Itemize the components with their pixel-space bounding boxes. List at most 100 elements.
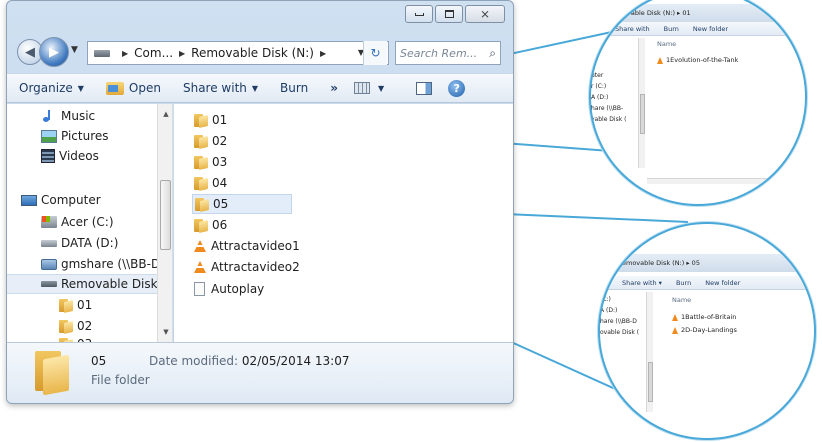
nav-item-gmshare[interactable]: gmshare (\\BB-D <box>41 254 160 274</box>
minimize-icon <box>414 12 424 16</box>
details-item-name: 05 <box>91 354 107 368</box>
nav-item-folder-02[interactable]: 02 <box>59 316 92 336</box>
maximize-button[interactable] <box>435 5 463 23</box>
change-view-button[interactable]: ▼ <box>353 82 385 94</box>
zoom-name-column-header[interactable]: Name <box>657 40 676 48</box>
nav-item-music[interactable]: Music <box>41 106 95 126</box>
folder-icon <box>59 319 73 333</box>
zoom-burn-button[interactable]: Burn <box>676 279 691 287</box>
scrollbar-thumb[interactable] <box>160 180 171 250</box>
zoom-nav-item[interactable]: ovable Disk ( <box>600 327 646 338</box>
minimize-button[interactable] <box>405 5 433 23</box>
open-button[interactable]: Open <box>105 81 161 95</box>
zoom-share-with-button[interactable]: Share with <box>615 25 650 33</box>
zoom-nav-item[interactable]: A (D:) <box>591 92 639 103</box>
file-item-autoplay[interactable]: Autoplay <box>194 279 264 299</box>
search-icon[interactable]: ⌕ <box>489 46 496 61</box>
zoom-burn-button[interactable]: Burn <box>664 25 679 33</box>
nav-item-videos[interactable]: Videos <box>41 146 99 166</box>
chevron-down-icon: ▼ <box>377 83 385 93</box>
details-pane: 05 File folder Date modified: 02/05/2014… <box>7 342 513 403</box>
details-item-type: File folder <box>91 373 150 387</box>
navigation-scrollbar[interactable]: ▲ ▼ <box>157 104 172 342</box>
history-dropdown-icon[interactable]: ▼ <box>71 45 78 55</box>
breadcrumb-removable-disk[interactable]: Removable Disk (N:) <box>191 46 314 60</box>
zoom-share-with-button[interactable]: Share with ▾ <box>622 279 662 287</box>
zoom-callout-folder-01: vable Disk (N:) ▸ 01 Share with Burn New… <box>589 0 807 206</box>
file-item-04[interactable]: 04 <box>194 173 227 193</box>
zoom-new-folder-button[interactable]: New folder <box>693 25 728 33</box>
maximize-icon <box>444 10 454 18</box>
nav-item-folder-03[interactable]: 03 <box>59 334 92 342</box>
organize-button[interactable]: Organize ▼ <box>19 81 84 95</box>
zoom-nav-scrollbar[interactable] <box>646 292 653 412</box>
window-controls: ⨯ <box>405 5 505 23</box>
pictures-icon <box>41 129 57 143</box>
zoom-nav-item[interactable]: hare (\\BB-D <box>600 316 646 327</box>
more-commands-button[interactable]: » <box>330 81 338 95</box>
zoom-file-item[interactable]: 2D-Day-Landings <box>672 326 737 334</box>
zoom-horizontal-scrollbar[interactable] <box>647 178 777 184</box>
computer-icon <box>21 194 37 206</box>
help-icon[interactable]: ? <box>448 79 466 97</box>
breadcrumb-separator-icon[interactable]: ▶ <box>179 49 185 58</box>
file-item-06[interactable]: 06 <box>194 215 227 235</box>
breadcrumb-computer[interactable]: Com... <box>134 46 173 60</box>
search-input[interactable]: Search Rem... ⌕ <box>395 41 501 65</box>
file-name: 02 <box>212 134 228 148</box>
address-bar[interactable]: ▶ Com... ▶ Removable Disk (N:) ▶ ▼ <box>87 41 389 65</box>
scroll-up-icon[interactable]: ▲ <box>158 106 172 122</box>
preview-pane-icon[interactable] <box>416 81 433 95</box>
file-item-01[interactable]: 01 <box>194 110 227 130</box>
file-item-attractavideo1[interactable]: Attractavideo1 <box>194 236 300 256</box>
file-item-02[interactable]: 02 <box>194 131 227 151</box>
share-with-button[interactable]: Share with ▼ <box>183 81 258 95</box>
zoom-nav-scrollbar[interactable] <box>638 38 645 168</box>
folder-icon <box>194 155 208 169</box>
forward-button[interactable]: ▶ <box>39 37 69 67</box>
address-row: ◀ ▶ ▼ ▶ Com... ▶ Removable Disk (N:) ▶ ▼… <box>7 35 513 69</box>
nav-item-computer[interactable]: Computer <box>21 190 101 210</box>
zoom-name-column-header[interactable]: Name <box>672 296 691 304</box>
zoom-new-folder-button[interactable]: New folder <box>705 279 740 287</box>
date-modified-label: Date modified: <box>149 354 239 368</box>
refresh-button[interactable]: ↻ <box>363 41 387 65</box>
file-item-05[interactable]: 05 <box>192 194 292 214</box>
file-icon <box>194 282 205 296</box>
burn-button[interactable]: Burn <box>280 81 308 95</box>
zoom-scrollbar-thumb[interactable] <box>640 94 645 134</box>
zoom-scrollbar-thumb[interactable] <box>648 362 653 402</box>
scroll-down-icon[interactable]: ▼ <box>158 324 172 340</box>
file-item-03[interactable]: 03 <box>194 152 227 172</box>
zoom-nav-item[interactable]: s <box>591 48 639 59</box>
zoom-file-item[interactable]: 1Evolution-of-the-Tank <box>657 56 738 64</box>
zoom-nav-item[interactable]: uter <box>591 70 639 81</box>
zoom-nav-item[interactable]: hare (\\BB- <box>591 103 639 114</box>
nav-item-pictures[interactable]: Pictures <box>41 126 109 146</box>
videos-icon <box>41 149 55 163</box>
folder-icon <box>194 218 208 232</box>
nav-item-label: gmshare (\\BB-D <box>61 257 161 271</box>
nav-item-data-d[interactable]: DATA (D:) <box>41 233 118 253</box>
file-item-attractavideo2[interactable]: Attractavideo2 <box>194 257 300 277</box>
zoom-nav-item[interactable]: vable Disk ( <box>591 114 639 125</box>
folder-icon <box>194 176 208 190</box>
nav-item-label: Acer (C:) <box>61 215 114 229</box>
breadcrumb-separator-icon[interactable]: ▶ <box>320 49 326 58</box>
close-button[interactable]: ⨯ <box>465 5 505 23</box>
zoom-nav-item[interactable]: (C:) <box>600 294 646 305</box>
vlc-cone-icon <box>194 240 206 252</box>
nav-item-removable-disk[interactable]: Removable Disk ( <box>7 274 166 294</box>
nav-item-folder-01[interactable]: 01 <box>59 295 92 315</box>
network-drive-icon <box>41 258 57 270</box>
zoom-nav-item[interactable]: r (C:) <box>591 81 639 92</box>
nav-item-label: 02 <box>77 319 93 333</box>
nav-item-label: 01 <box>77 298 93 312</box>
nav-item-acer-c[interactable]: Acer (C:) <box>41 212 114 232</box>
zoom-nav-item[interactable] <box>591 59 639 70</box>
vlc-cone-icon <box>672 313 678 321</box>
zoom-file-item[interactable]: 1Battle-of-Britain <box>672 313 736 321</box>
breadcrumb-separator-icon[interactable]: ▶ <box>122 49 128 58</box>
system-drive-icon <box>41 216 57 228</box>
zoom-nav-item[interactable]: A (D:) <box>600 305 646 316</box>
